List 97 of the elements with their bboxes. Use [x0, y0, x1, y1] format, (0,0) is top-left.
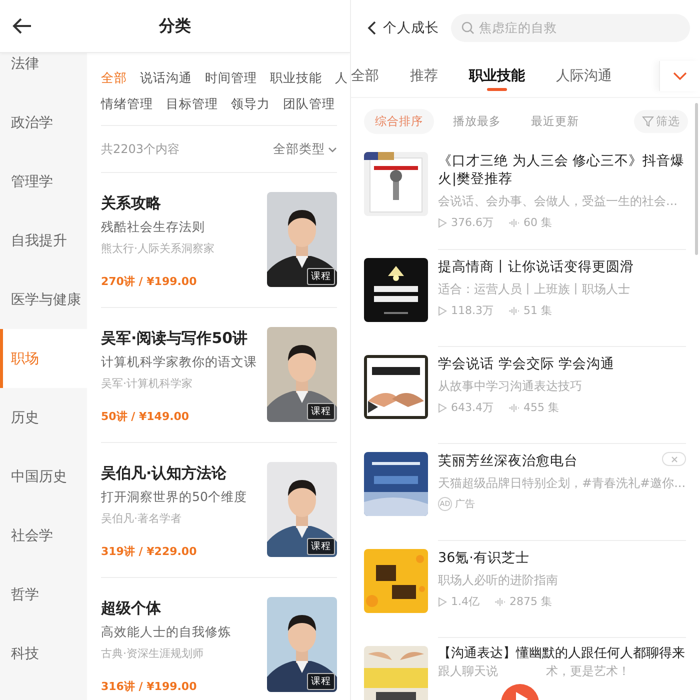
course-price: 50讲 / ¥149.00 — [101, 409, 190, 424]
sidebar-item[interactable]: 科技 — [0, 624, 87, 683]
course-author: 吴伯凡·著名学者 — [101, 511, 182, 526]
album-description: 跟人聊天说 — [438, 663, 498, 680]
episode-count: 455 集 — [524, 400, 559, 415]
album-title: 提高情商丨让你说话变得更圆滑 — [438, 258, 635, 276]
category-tag[interactable]: 团队管理 — [283, 96, 335, 112]
category-tab[interactable]: 推荐 — [410, 55, 438, 97]
album-item[interactable]: 36氪·有识芝士 职场人必听的进阶指南 1.4亿 2875 集 — [351, 541, 700, 638]
course-title: 吴伯凡·认知方法论 — [101, 464, 228, 483]
page-title: 分类 — [159, 16, 191, 36]
ad-label: 广告 — [455, 498, 475, 511]
sound-wave-icon — [508, 402, 520, 412]
sidebar-item[interactable]: 社会学 — [0, 506, 87, 565]
album-title: 【沟通表达】懂幽默的人跟任何人都聊得来 — [438, 646, 686, 662]
sidebar-item[interactable]: 历史 — [0, 388, 87, 447]
category-tag[interactable]: 人 — [335, 70, 348, 86]
category-tag[interactable]: 时间管理 — [205, 70, 257, 86]
course-subtitle: 计算机科学家教你的语文课 — [101, 354, 258, 371]
back-icon — [367, 20, 377, 34]
course-label: 课程 — [307, 538, 335, 555]
album-title: 学会说话 学会交际 学会沟通 — [438, 355, 616, 373]
course-title: 关系攻略 — [101, 194, 162, 213]
category-tab[interactable]: 人际沟通 — [556, 55, 612, 97]
course-author: 古典·资深生涯规划师 — [101, 646, 204, 661]
album-title: 芙丽芳丝深夜治愈电台 — [438, 452, 579, 470]
album-title: 《口才三绝 为人三会 修心三不》抖音爆火|樊登推荐 — [438, 152, 686, 188]
album-description: 从故事中学习沟通表达技巧 — [438, 378, 583, 395]
album-item[interactable]: 学会说话 学会交际 学会沟通 从故事中学习沟通表达技巧 643.4万 455 集 — [351, 347, 700, 444]
course-title: 超级个体 — [101, 599, 162, 618]
category-tag[interactable]: 说话沟通 — [140, 70, 192, 86]
course-title: 吴军·阅读与写作50讲 — [101, 329, 249, 348]
album-description: 职场人必听的进阶指南 — [438, 572, 559, 589]
sidebar-item[interactable]: 管理学 — [0, 152, 87, 211]
course-item[interactable]: 吴伯凡·认知方法论 打开洞察世界的50个维度 吴伯凡·著名学者 319讲 / ¥229.00 课程 — [101, 443, 337, 578]
album-description: 适合：运营人员丨上班族丨职场人士 — [438, 281, 631, 298]
search-input[interactable]: 焦虑症的自救 — [477, 19, 631, 36]
episode-count: 51 集 — [524, 303, 552, 318]
category-tag[interactable]: 领导力 — [231, 96, 270, 112]
course-label: 课程 — [307, 403, 335, 420]
course-price: 316讲 / ¥199.00 — [101, 679, 198, 694]
course-item[interactable]: 吴军·阅读与写作50讲 计算机科学家教你的语文课 吴军·计算机科学家 50讲 / ¥149.00 课程 — [101, 308, 337, 443]
course-price: 319讲 / ¥229.00 — [101, 544, 198, 559]
episode-count: 2875 集 — [510, 594, 552, 609]
sidebar-item[interactable]: 中国历史 — [0, 447, 87, 506]
course-label: 课程 — [307, 268, 335, 285]
chevron-down-icon — [673, 72, 687, 80]
chevron-down-icon — [328, 146, 337, 152]
album-description: 会说话、会办事、会做人，受益一生的社会... — [438, 193, 678, 210]
category-tag[interactable]: 职业技能 — [270, 70, 322, 86]
play-icon — [438, 218, 447, 228]
category-tag[interactable]: 目标管理 — [166, 96, 218, 112]
course-subtitle: 打开洞察世界的50个维度 — [101, 489, 248, 506]
back-button[interactable]: 个人成长 — [367, 18, 439, 36]
sound-wave-icon — [508, 306, 520, 316]
play-icon — [438, 402, 447, 412]
episode-count: 60 集 — [524, 215, 552, 230]
sidebar-item[interactable]: 法律 — [0, 53, 87, 93]
ad-description: 天猫超级品牌日特别企划，#青春洗礼#邀你... — [438, 475, 686, 492]
content-count: 共2203个内容 — [101, 140, 180, 158]
course-subtitle: 高效能人士的自我修炼 — [101, 624, 232, 641]
play-count: 643.4万 — [451, 400, 494, 415]
back-arrow-icon — [12, 16, 32, 36]
sidebar-item[interactable]: 医学与健康 — [0, 270, 87, 329]
back-label: 个人成长 — [383, 18, 439, 36]
album-item[interactable]: 《口才三绝 为人三会 修心三不》抖音爆火|樊登推荐 会说话、会办事、会做人，受益一生的社会... 376.6万 60 集 — [351, 144, 700, 250]
filter-icon — [642, 116, 654, 126]
course-item[interactable]: 超级个体 高效能人士的自我修炼 古典·资深生涯规划师 316讲 / ¥199.00 课程 — [101, 578, 337, 700]
play-count: 1.4亿 — [451, 594, 480, 609]
course-label: 课程 — [307, 673, 335, 690]
sidebar-item[interactable]: 政治学 — [0, 93, 87, 152]
sound-wave-icon — [508, 218, 520, 228]
sound-wave-icon — [494, 596, 506, 606]
close-button[interactable] — [662, 452, 686, 466]
close-icon — [670, 456, 678, 462]
album-item[interactable]: 提高情商丨让你说话变得更圆滑 适合：运营人员丨上班族丨职场人士 118.3万 51 集 — [351, 250, 700, 347]
course-author: 熊太行·人际关系洞察家 — [101, 241, 216, 256]
search-icon — [461, 21, 474, 34]
play-count: 376.6万 — [451, 215, 494, 230]
category-tab[interactable]: 职业技能 — [469, 55, 525, 97]
play-icon — [438, 596, 447, 606]
album-description: 术，更是艺术！ — [546, 663, 630, 680]
sidebar-item[interactable]: 自我提升 — [0, 211, 87, 270]
play-icon — [438, 306, 447, 316]
category-tab[interactable]: 全部 — [351, 55, 379, 97]
type-filter-label: 全部类型 — [273, 140, 325, 158]
play-count: 118.3万 — [451, 303, 494, 318]
filter-label: 筛选 — [656, 114, 680, 128]
course-subtitle: 残酷社会生存法则 — [101, 219, 206, 236]
course-author: 吴军·计算机科学家 — [101, 376, 194, 391]
search-field[interactable]: 焦虑症的自救 — [451, 14, 690, 42]
course-item[interactable]: 关系攻略 残酷社会生存法则 熊太行·人际关系洞察家 270讲 / ¥199.00 课程 — [101, 173, 337, 308]
course-price: 270讲 / ¥199.00 — [101, 274, 198, 289]
type-filter[interactable]: 全部类型 — [273, 140, 337, 158]
album-title: 36氪·有识芝士 — [438, 549, 530, 567]
category-tag[interactable]: 情绪管理 — [101, 96, 153, 112]
sidebar-item[interactable]: 哲学 — [0, 565, 87, 624]
